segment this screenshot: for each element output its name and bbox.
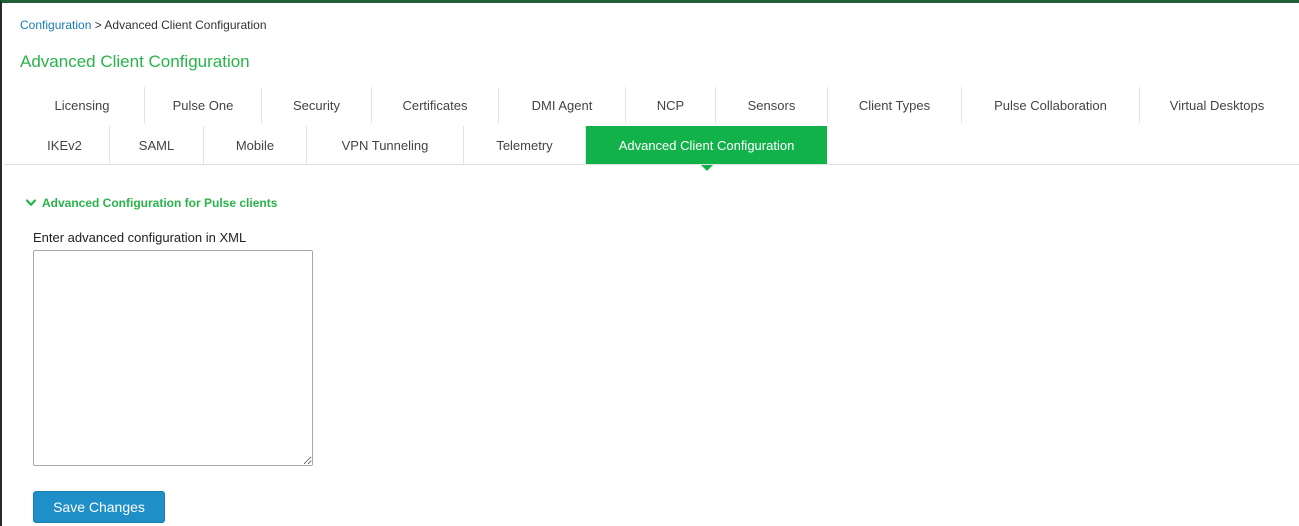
tab-certificates[interactable]: Certificates xyxy=(372,87,499,123)
tab-telemetry[interactable]: Telemetry xyxy=(464,126,586,164)
tab-advanced-client-configuration[interactable]: Advanced Client Configuration xyxy=(586,126,827,171)
tab-ikev2[interactable]: IKEv2 xyxy=(20,126,110,164)
tab-client-types[interactable]: Client Types xyxy=(828,87,962,123)
tab-pulse-collaboration[interactable]: Pulse Collaboration xyxy=(962,87,1140,123)
tab-dmi-agent[interactable]: DMI Agent xyxy=(499,87,626,123)
tab-licensing[interactable]: Licensing xyxy=(20,87,145,123)
page-frame: Configuration > Advanced Client Configur… xyxy=(0,0,1299,526)
section-title: Advanced Configuration for Pulse clients xyxy=(42,196,278,210)
tab-security[interactable]: Security xyxy=(262,87,372,123)
tab-ncp[interactable]: NCP xyxy=(626,87,716,123)
breadcrumb-current: Advanced Client Configuration xyxy=(104,18,267,32)
tab-pulse-one[interactable]: Pulse One xyxy=(145,87,262,123)
xml-config-textarea[interactable] xyxy=(33,250,313,466)
section-toggle-advanced-configuration[interactable]: Advanced Configuration for Pulse clients xyxy=(26,196,277,210)
tab-bar-row-1: Licensing Pulse One Security Certificate… xyxy=(20,87,1294,123)
tab-saml[interactable]: SAML xyxy=(110,126,204,164)
tabs-divider xyxy=(4,164,1299,165)
tab-sensors[interactable]: Sensors xyxy=(716,87,828,123)
breadcrumb: Configuration > Advanced Client Configur… xyxy=(20,18,267,32)
xml-field-label: Enter advanced configuration in XML xyxy=(33,230,247,245)
tab-virtual-desktops[interactable]: Virtual Desktops xyxy=(1140,87,1294,123)
save-changes-button[interactable]: Save Changes xyxy=(33,491,165,523)
tab-bar-row-2: IKEv2 SAML Mobile VPN Tunneling Telemetr… xyxy=(20,126,827,171)
breadcrumb-separator: > xyxy=(94,18,102,32)
chevron-down-icon xyxy=(26,199,36,206)
tab-mobile[interactable]: Mobile xyxy=(204,126,307,164)
tab-vpn-tunneling[interactable]: VPN Tunneling xyxy=(307,126,464,164)
page-title: Advanced Client Configuration xyxy=(20,52,250,71)
breadcrumb-link-configuration[interactable]: Configuration xyxy=(20,18,91,32)
